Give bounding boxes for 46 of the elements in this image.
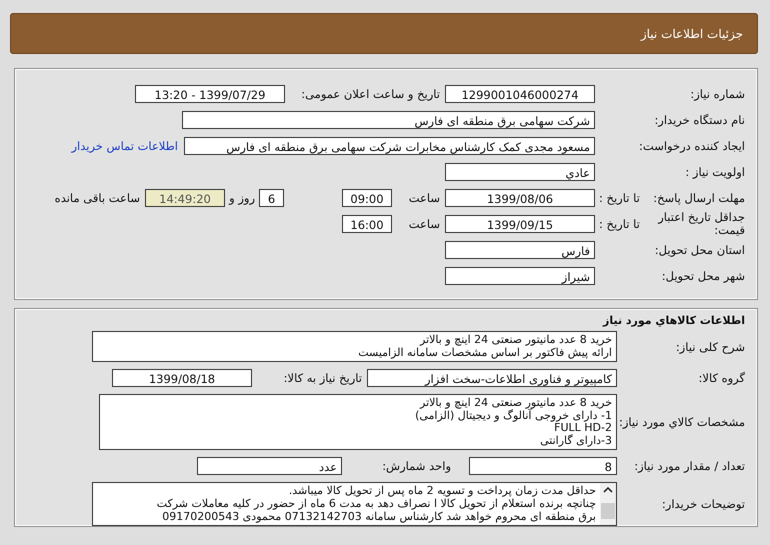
need-number-field: 1299001046000274 bbox=[445, 85, 595, 103]
field-label: مهلت ارسال پاسخ: bbox=[653, 191, 745, 205]
province-field: فارس bbox=[445, 241, 595, 259]
field-label: شرح کلی نیاز: bbox=[676, 340, 745, 354]
scroll-up-icon[interactable] bbox=[603, 487, 613, 493]
remaining-time-field: 14:49:20 bbox=[145, 189, 225, 207]
field-label: روز و bbox=[228, 191, 256, 205]
field-label: شماره نیاز: bbox=[690, 87, 745, 101]
field-label: تاریخ و ساعت اعلان عمومی: bbox=[300, 87, 441, 101]
field-label: اولویت نیاز : bbox=[685, 165, 745, 179]
quantity-field: 8 bbox=[469, 457, 617, 475]
field-label: تا تاریخ : bbox=[599, 191, 640, 205]
page-title: جزئیات اطلاعات نیاز bbox=[640, 26, 743, 40]
notes-textarea[interactable]: حداقل مدت زمان پرداخت و تسویه 2 ماه پس از تحویل کالا میباشد. چنانچه برنده استعلام از تحویل کالا ا نصراف دهد به مدت 6 ماه از حضور در کلیه معاملات شرکت برق منطقه ای محروم خواهد شد کارشناس سامانه 07132142703 محمودی 09170200543 bbox=[92, 482, 617, 526]
contact-link[interactable]: اطلاعات تماس خریدار bbox=[71, 139, 178, 153]
summary-field: خرید 8 عدد مانیتور صنعتی 24 اینچ و بالاتر ارائه پیش فاکتور بر اساس مشخصات سامانه الزامیست bbox=[92, 331, 617, 362]
scrollbar[interactable] bbox=[600, 483, 616, 525]
days-field: 6 bbox=[259, 189, 284, 207]
unit-field: عدد bbox=[197, 457, 342, 475]
field-label: جداقل تاریخ اعتبار قیمت: bbox=[656, 211, 745, 237]
goods-group-field: کامپیوتر و فناوری اطلاعات-سخت افزار bbox=[367, 369, 617, 387]
field-label: استان محل تحویل: bbox=[654, 243, 745, 257]
field-label: واحد شمارش: bbox=[381, 459, 452, 473]
field-label: مشخصات کالاي مورد نیاز: bbox=[618, 415, 745, 429]
field-label: ساعت bbox=[408, 217, 441, 231]
field-label: نام دستگاه خریدار: bbox=[654, 113, 745, 127]
field-label: گروه کالا: bbox=[698, 371, 745, 385]
validity-time-field: 16:00 bbox=[342, 215, 392, 233]
announce-date-field: 1399/07/29 - 13:20 bbox=[135, 85, 285, 103]
need-date-field: 1399/08/18 bbox=[112, 369, 252, 387]
field-label: ساعت باقی مانده bbox=[54, 191, 141, 205]
creator-field: مسعود مجدی کمک کارشناس مخابرات شرکت سهامی برق منطقه ای فارس bbox=[184, 137, 595, 155]
section-title: اطلاعات کالاهاي مورد نیاز bbox=[602, 314, 746, 327]
priority-field: عادي bbox=[445, 163, 595, 181]
field-label: تعداد / مقدار مورد نیاز: bbox=[634, 459, 745, 473]
buyer-field: شرکت سهامی برق منطقه ای فارس bbox=[182, 111, 595, 129]
field-label: تاریخ نیاز به کالا: bbox=[282, 371, 363, 385]
deadline-date-field: 1399/08/06 bbox=[445, 189, 595, 207]
field-label: توضیحات خریدار: bbox=[662, 497, 745, 511]
validity-date-field: 1399/09/15 bbox=[445, 215, 595, 233]
deadline-time-field: 09:00 bbox=[342, 189, 392, 207]
field-label: تا تاریخ : bbox=[599, 217, 640, 231]
field-label: ساعت bbox=[408, 191, 441, 205]
field-label: شهر محل تحویل: bbox=[662, 269, 745, 283]
city-field: شیراز bbox=[445, 267, 595, 285]
field-label: ایجاد کننده درخواست: bbox=[639, 139, 745, 153]
